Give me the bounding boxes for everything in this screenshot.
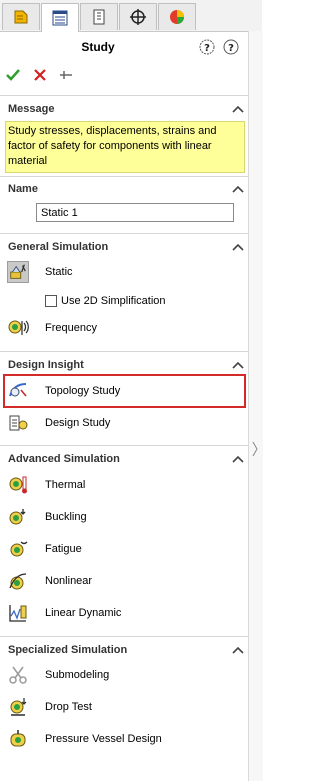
study-type-thermal[interactable]: Thermal xyxy=(0,471,248,499)
specialized-simulation-header[interactable]: Specialized Simulation xyxy=(0,642,248,660)
study-type-linear-dynamic[interactable]: Linear Dynamic xyxy=(0,599,248,627)
section-title: General Simulation xyxy=(8,241,109,253)
tab-configuration-manager[interactable] xyxy=(80,3,118,30)
tab-dimxpert[interactable] xyxy=(119,3,157,30)
section-title: Specialized Simulation xyxy=(8,644,128,656)
chevron-up-icon[interactable] xyxy=(232,184,244,194)
study-type-frequency[interactable]: Frequency xyxy=(0,314,248,342)
tab-display-manager[interactable] xyxy=(158,3,196,30)
general-simulation-header[interactable]: General Simulation xyxy=(0,239,248,257)
svg-text:?: ? xyxy=(228,43,234,54)
item-label: Buckling xyxy=(45,511,87,523)
study-type-buckling[interactable]: Buckling xyxy=(0,503,248,531)
design-study-icon xyxy=(9,415,28,431)
pressure-vessel-study-icon xyxy=(10,730,26,747)
frequency-study-icon xyxy=(8,320,29,335)
item-label: Frequency xyxy=(45,322,97,334)
panel-tab-bar xyxy=(0,0,262,32)
item-label: Design Study xyxy=(45,417,111,429)
tab-feature-manager[interactable] xyxy=(2,3,40,30)
static-study-icon xyxy=(7,261,29,283)
panel-title-row: Study ? ? xyxy=(0,31,248,63)
cancel-x-icon[interactable] xyxy=(32,67,48,83)
collapse-grip-icon[interactable] xyxy=(251,441,259,457)
use-2d-simplification-checkbox[interactable] xyxy=(45,295,57,307)
divider xyxy=(0,445,248,446)
action-buttons xyxy=(0,63,248,87)
chevron-up-icon[interactable] xyxy=(232,454,244,464)
pushpin-icon[interactable] xyxy=(58,67,74,83)
item-label: Submodeling xyxy=(45,669,110,681)
buckling-study-icon xyxy=(9,509,26,525)
study-name-input[interactable] xyxy=(36,203,234,222)
configuration-manager-icon xyxy=(93,9,105,25)
help-whats-wrong-icon[interactable]: ? xyxy=(199,39,215,55)
item-label: Fatigue xyxy=(45,543,82,555)
section-title: Design Insight xyxy=(8,359,84,371)
tab-property-manager[interactable] xyxy=(41,3,79,32)
chevron-up-icon[interactable] xyxy=(232,242,244,252)
nonlinear-study-icon xyxy=(9,573,27,590)
display-manager-icon xyxy=(170,10,184,24)
item-label: Nonlinear xyxy=(45,575,93,587)
thermal-study-icon xyxy=(9,476,27,494)
panel-right-rail xyxy=(248,31,263,781)
ok-checkmark-icon[interactable] xyxy=(5,67,21,83)
message-box: Study stresses, displacements, strains a… xyxy=(5,121,245,173)
property-manager-icon xyxy=(52,10,68,26)
message-line: factor of safety for components with lin… xyxy=(8,140,212,152)
message-line: Study stresses, displacements, strains a… xyxy=(8,125,217,137)
design-insight-header[interactable]: Design Insight xyxy=(0,357,248,375)
study-type-drop-test[interactable]: Drop Test xyxy=(0,693,248,721)
drop-test-study-icon xyxy=(10,698,27,716)
divider xyxy=(0,176,248,177)
message-section-header[interactable]: Message xyxy=(0,101,248,119)
linear-dynamic-study-icon xyxy=(9,605,27,622)
item-label: Drop Test xyxy=(45,701,92,713)
feature-manager-icon xyxy=(14,10,28,24)
section-title: Message xyxy=(8,103,55,115)
study-type-submodeling[interactable]: Submodeling xyxy=(0,661,248,689)
svg-text:?: ? xyxy=(204,43,210,54)
divider xyxy=(0,95,248,96)
divider xyxy=(0,233,248,234)
divider xyxy=(0,351,248,352)
chevron-up-icon[interactable] xyxy=(232,360,244,370)
chevron-up-icon[interactable] xyxy=(232,645,244,655)
chevron-up-icon[interactable] xyxy=(232,104,244,114)
dimxpert-icon xyxy=(130,9,146,25)
divider xyxy=(0,636,248,637)
study-type-pressure-vessel[interactable]: Pressure Vessel Design xyxy=(0,725,248,753)
advanced-simulation-header[interactable]: Advanced Simulation xyxy=(0,451,248,469)
item-label: Static xyxy=(45,266,73,278)
item-label: Thermal xyxy=(45,479,86,491)
study-type-design-study[interactable]: Design Study xyxy=(0,409,248,437)
fatigue-study-icon xyxy=(10,541,28,557)
item-label: Pressure Vessel Design xyxy=(45,733,162,745)
message-line: material xyxy=(8,155,48,167)
help-icon[interactable]: ? xyxy=(223,39,239,55)
name-section-header[interactable]: Name xyxy=(0,181,248,199)
study-type-static[interactable]: Static xyxy=(0,258,248,286)
page-title: Study xyxy=(81,40,115,54)
item-label: Linear Dynamic xyxy=(45,607,122,619)
study-type-fatigue[interactable]: Fatigue xyxy=(0,535,248,563)
checkbox-label: Use 2D Simplification xyxy=(61,295,166,307)
section-title: Advanced Simulation xyxy=(8,453,120,465)
topology-highlight-box xyxy=(3,374,246,408)
section-title: Name xyxy=(8,183,38,195)
submodeling-study-icon xyxy=(9,666,27,684)
study-type-nonlinear[interactable]: Nonlinear xyxy=(0,567,248,595)
